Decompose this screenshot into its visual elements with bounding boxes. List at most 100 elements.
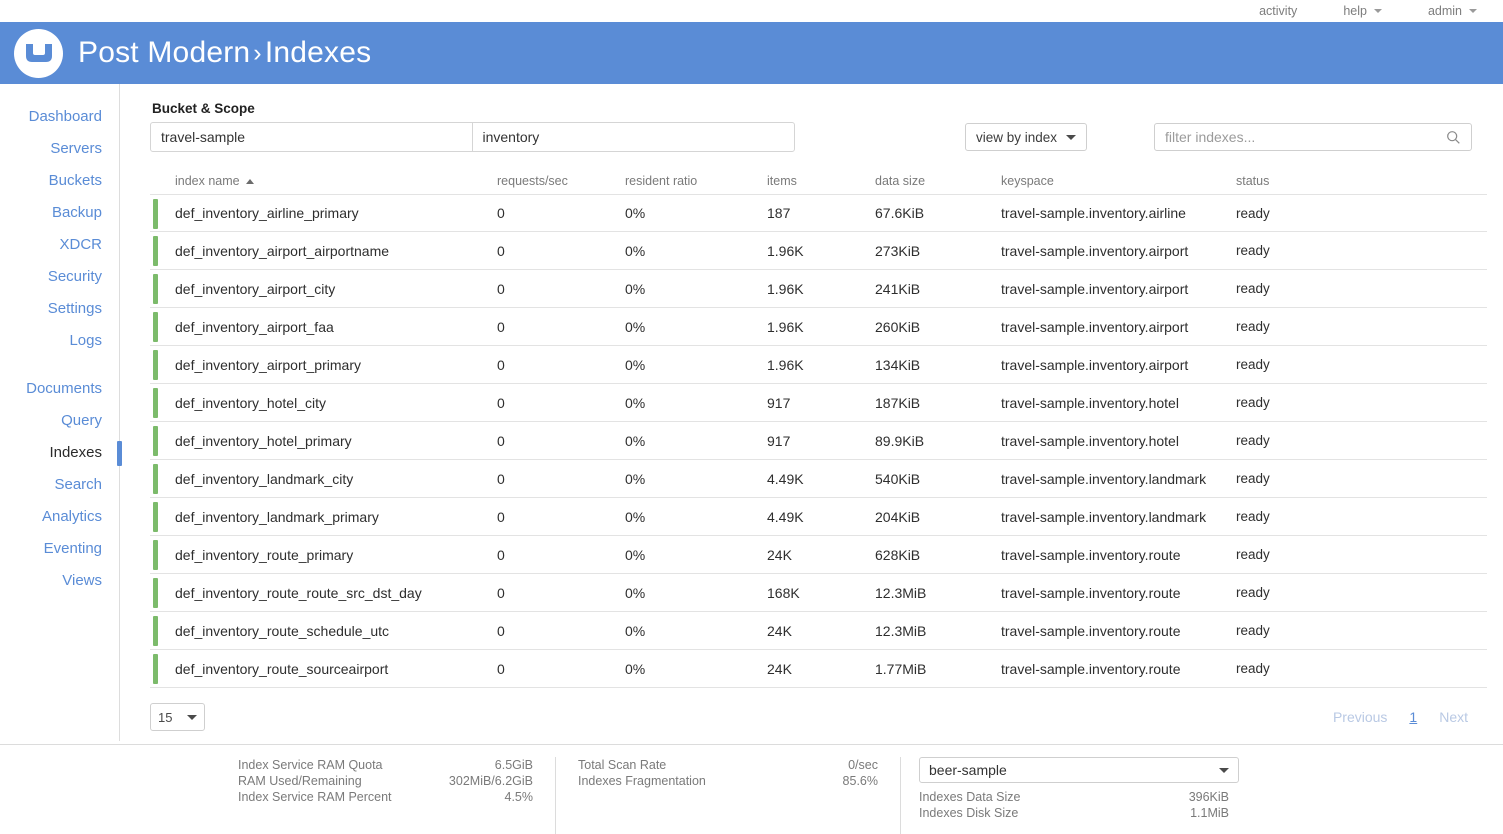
table-row[interactable]: def_inventory_route_primary 0 0% 24K 628KiB t… [150,536,1487,574]
cell-requests-per-sec: 0 [497,205,505,221]
cell-keyspace: travel-sample.inventory.route [1001,622,1181,639]
bucket-scope-label: Bucket & Scope [152,101,255,116]
sidebar-item-eventing[interactable]: Eventing [0,533,119,565]
column-header-index-name[interactable]: index name [150,174,497,188]
cell-keyspace: travel-sample.inventory.route [1001,546,1181,563]
stat-line: Index Service RAM Quota 6.5GiB [238,757,533,773]
cell-index-name: def_inventory_route_schedule_utc [175,622,390,639]
sidebar-item-analytics[interactable]: Analytics [0,501,119,533]
cell-items: 187 [767,205,791,221]
stat-label: Indexes Data Size [919,790,1021,804]
stat-label: Index Service RAM Percent [238,790,392,804]
topbar-item-admin[interactable]: admin [1428,4,1477,18]
table-body: def_inventory_airline_primary 0 0% 187 67.6K… [150,194,1487,688]
previous-page-button[interactable]: Previous [1333,709,1387,725]
chevron-down-icon [187,714,197,720]
cell-requests-per-sec: 0 [497,470,505,487]
stat-value: 4.5% [504,790,534,804]
cell-requests-per-sec: 0 [497,356,505,373]
stat-value: 0/sec [848,758,878,772]
sidebar-item-label: Logs [69,332,102,349]
couchbase-logo-icon[interactable] [14,28,63,78]
next-page-button[interactable]: Next [1439,709,1468,725]
table-row[interactable]: def_inventory_landmark_primary 0 0% 4.49K 20… [150,498,1487,536]
pagination-links: Previous 1 Next [1333,709,1487,725]
cell-index-name: def_inventory_landmark_primary [175,508,379,525]
indexes-table: index name requests/sec resident ratio i… [150,168,1487,688]
table-row[interactable]: def_inventory_hotel_city 0 0% 917 187KiB trav… [150,384,1487,422]
table-row[interactable]: def_inventory_airport_primary 0 0% 1.96K 134… [150,346,1487,384]
bucket-select[interactable]: travel-sample [151,123,473,151]
index-ram-stats-group: Index Service RAM Quota 6.5GiB RAM Used/… [216,757,556,834]
table-row[interactable]: def_inventory_airport_airportname 0 0% 1.96… [150,232,1487,270]
scope-select[interactable]: inventory [473,123,795,151]
sidebar-item-views[interactable]: Views [0,565,119,597]
table-row[interactable]: def_inventory_airline_primary 0 0% 187 67.6K… [150,194,1487,232]
sidebar-item-dashboard[interactable]: Dashboard [0,101,119,133]
controls-row: travel-sample inventory view by index [150,122,1487,152]
table-row[interactable]: def_inventory_hotel_primary 0 0% 917 89.9KiB… [150,422,1487,460]
cell-data-size: 12.3MiB [875,622,927,639]
page-name: Indexes [264,36,372,69]
sidebar-item-search[interactable]: Search [0,469,119,501]
cell-index-name: def_inventory_airport_faa [175,318,334,335]
table-row[interactable]: def_inventory_route_schedule_utc 0 0% 24K 12… [150,612,1487,650]
sidebar-item-label: Analytics [41,508,102,525]
cell-index-name: def_inventory_route_primary [175,546,354,563]
table-row[interactable]: def_inventory_route_sourceairport 0 0% 24K 1… [150,650,1487,688]
topbar-item-activity[interactable]: activity [1259,4,1297,18]
stat-line: Indexes Disk Size 1.1MiB [919,805,1229,821]
cell-requests-per-sec: 0 [497,508,505,525]
cell-keyspace: travel-sample.inventory.route [1001,660,1181,677]
sidebar-item-label: Query [61,412,102,429]
cell-data-size: 273KiB [875,242,921,259]
sidebar: Dashboard Servers Buckets Backup XDCR Se… [0,84,122,741]
table-row[interactable]: def_inventory_airport_city 0 0% 1.96K 241KiB… [150,270,1487,308]
sidebar-item-buckets[interactable]: Buckets [0,165,119,197]
cell-index-name: def_inventory_airport_primary [175,356,361,373]
stat-value: 396KiB [1188,790,1229,804]
column-label: index name [175,174,240,188]
sidebar-item-servers[interactable]: Servers [0,133,119,165]
sidebar-item-backup[interactable]: Backup [0,197,119,229]
sidebar-item-label: Documents [26,380,102,397]
cell-requests-per-sec: 0 [497,546,505,563]
topbar-item-help[interactable]: help [1343,4,1382,18]
sidebar-item-documents[interactable]: Documents [0,373,119,405]
column-header-status[interactable]: status [1236,174,1487,188]
cell-items: 917 [767,432,791,449]
table-row[interactable]: def_inventory_route_route_src_dst_day 0 0%… [150,574,1487,612]
sidebar-item-label: Buckets [48,172,102,189]
cell-data-size: 1.77MiB [875,660,927,677]
view-by-dropdown[interactable]: view by index [965,123,1088,151]
sidebar-item-indexes[interactable]: Indexes [0,437,122,469]
cell-keyspace: travel-sample.inventory.airport [1001,318,1189,335]
cell-data-size: 204KiB [875,508,921,525]
sidebar-item-security[interactable]: Security [0,261,119,293]
cell-status: ready [1236,319,1270,334]
filter-indexes-box[interactable] [1154,123,1472,151]
page-number-1[interactable]: 1 [1409,709,1417,725]
cell-keyspace: travel-sample.inventory.airport [1001,356,1189,373]
cell-requests-per-sec: 0 [497,394,505,411]
filter-indexes-input[interactable] [1165,129,1446,145]
page-size-dropdown[interactable]: 15 [150,703,205,731]
chevron-down-icon [1373,9,1382,13]
column-header-resident-ratio[interactable]: resident ratio [625,174,767,188]
column-header-items[interactable]: items [767,174,875,188]
column-header-keyspace[interactable]: keyspace [1001,174,1236,188]
sidebar-item-xdcr[interactable]: XDCR [0,229,119,261]
statusbar-bucket-dropdown[interactable]: beer-sample [919,757,1239,783]
cell-data-size: 628KiB [875,546,921,563]
table-row[interactable]: def_inventory_airport_faa 0 0% 1.96K 260KiB t… [150,308,1487,346]
sidebar-item-logs[interactable]: Logs [0,325,119,357]
cell-status: ready [1236,395,1270,410]
table-row[interactable]: def_inventory_landmark_city 0 0% 4.49K 540Ki… [150,460,1487,498]
sidebar-item-query[interactable]: Query [0,405,119,437]
sidebar-item-settings[interactable]: Settings [0,293,119,325]
column-header-data-size[interactable]: data size [875,174,1001,188]
cell-index-name: def_inventory_landmark_city [175,470,354,487]
column-header-requests[interactable]: requests/sec [497,174,625,188]
stat-value: 6.5GiB [494,758,533,772]
cell-items: 4.49K [767,470,804,487]
